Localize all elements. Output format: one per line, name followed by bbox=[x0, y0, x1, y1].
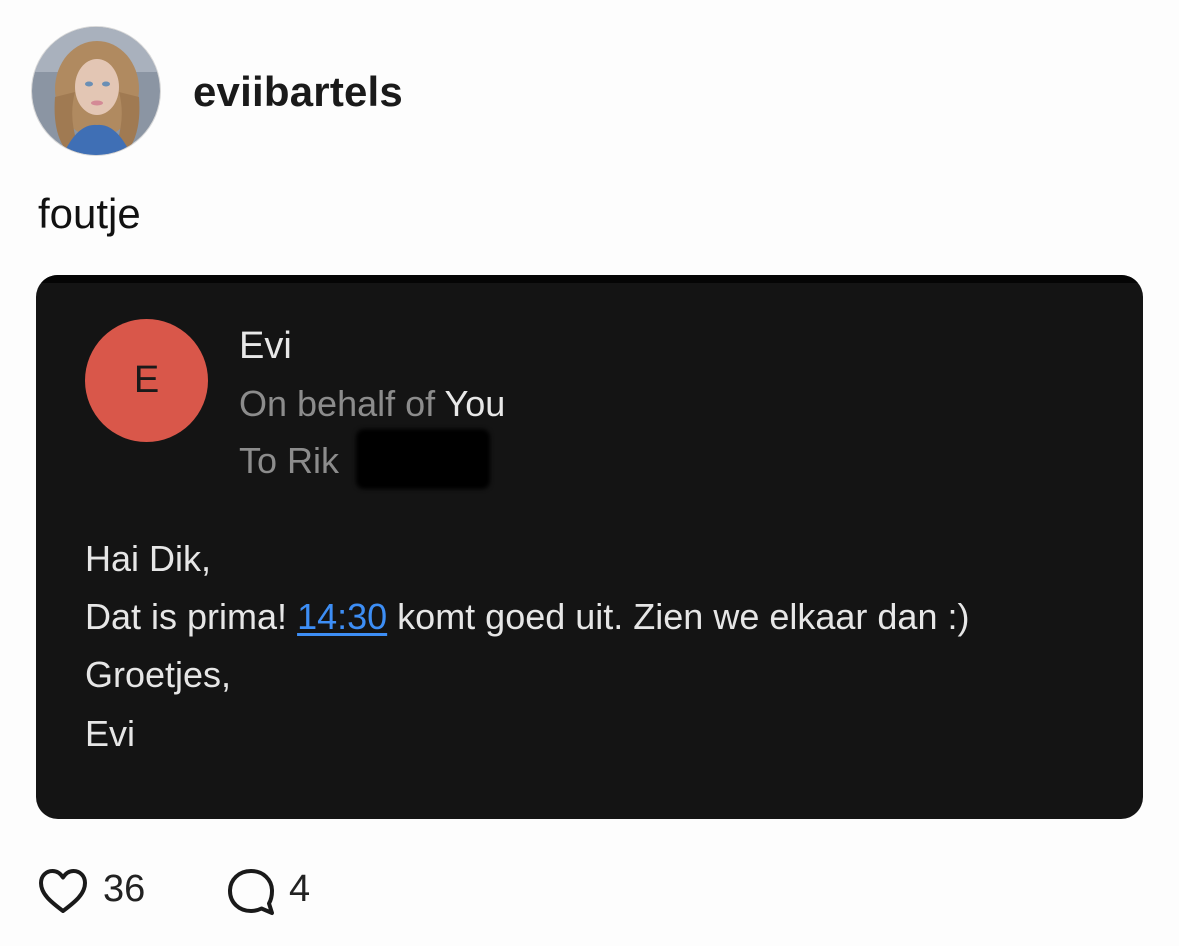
line2-after: komt goed uit. Zien we elkaar dan :) bbox=[397, 596, 970, 637]
sender-avatar: E bbox=[85, 319, 208, 442]
on-behalf-name: You bbox=[444, 383, 506, 424]
email-screenshot: E Evi On behalf of You To Rik Hai Dik, D… bbox=[36, 275, 1143, 819]
recipient-line: To Rik bbox=[239, 440, 340, 481]
post-username[interactable]: eviibartels bbox=[193, 68, 403, 116]
card-top-edge bbox=[36, 275, 1143, 283]
sender-name: Evi bbox=[239, 325, 292, 367]
on-behalf-prefix: On behalf of bbox=[239, 383, 436, 424]
email-closing: Groetjes, bbox=[85, 654, 232, 695]
redaction-block bbox=[356, 429, 490, 489]
heart-icon[interactable] bbox=[37, 867, 89, 915]
post-caption: foutje bbox=[38, 190, 141, 237]
line2-before: Dat is prima! bbox=[85, 596, 288, 637]
profile-avatar[interactable] bbox=[31, 26, 161, 156]
like-count: 36 bbox=[103, 868, 146, 910]
email-signature: Evi bbox=[85, 713, 136, 754]
post-actions: 36 4 bbox=[0, 860, 1179, 920]
comment-bubble-icon[interactable] bbox=[225, 866, 277, 918]
on-behalf-line: On behalf of You bbox=[239, 383, 505, 425]
email-line-2: Dat is prima! 14:30 komt goed uit. Zien … bbox=[85, 596, 969, 638]
email-greeting: Hai Dik, bbox=[85, 538, 212, 579]
sender-initial: E bbox=[133, 359, 160, 401]
time-link[interactable]: 14:30 bbox=[297, 596, 387, 637]
comment-count: 4 bbox=[289, 868, 311, 910]
